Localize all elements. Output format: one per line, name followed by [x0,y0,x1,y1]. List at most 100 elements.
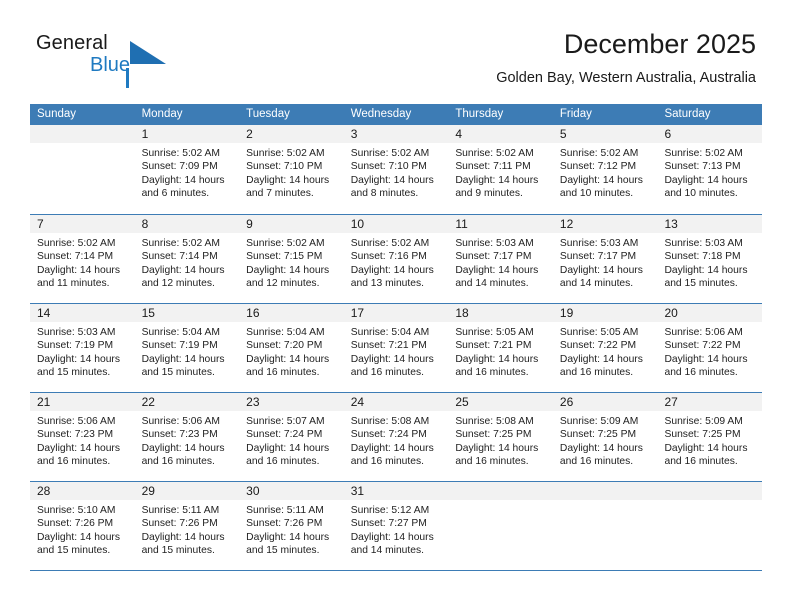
day-number-band: 31 [343,482,449,500]
calendar-day-cell[interactable]: 10 Sunrise: 5:02 AM Sunset: 7:16 PM Dayligh… [343,215,449,303]
day-detail-line: Sunrise: 5:08 AM [350,416,430,427]
calendar-day-cell[interactable]: 7 Sunrise: 5:02 AM Sunset: 7:14 PM Daylight… [30,215,135,303]
day-number: 18 [455,306,469,320]
day-detail-line: Daylight: 14 hours [455,353,539,365]
day-detail-line: and 16 minutes. [246,366,320,378]
calendar-day-cell[interactable]: 9 Sunrise: 5:02 AM Sunset: 7:15 PM Daylight… [239,215,344,303]
calendar-day-cell[interactable]: 24 Sunrise: 5:08 AM Sunset: 7:24 PM Dayligh… [343,393,449,481]
calendar-day-cell[interactable]: 13 Sunrise: 5:03 AM Sunset: 7:18 PM Dayligh… [657,215,763,303]
calendar-day-cell[interactable]: 17 Sunrise: 5:04 AM Sunset: 7:21 PM Dayligh… [343,304,449,392]
day-number-band: 25 [448,393,553,411]
day-detail-line: and 15 minutes. [246,544,320,556]
calendar-day-cell[interactable]: 2 Sunrise: 5:02 AM Sunset: 7:10 PM Daylight… [239,125,344,214]
calendar-day-cell[interactable]: 5 Sunrise: 5:02 AM Sunset: 7:12 PM Daylight… [552,125,658,214]
day-detail-line: Sunset: 7:10 PM [246,161,323,173]
brand-underline-divider [126,68,129,88]
day-details: Sunrise: 5:02 AM Sunset: 7:11 PM Daylight:… [448,143,553,200]
day-number: 30 [246,484,260,498]
calendar-week-row: 7 Sunrise: 5:02 AM Sunset: 7:14 PM Daylight… [30,214,763,303]
day-details: Sunrise: 5:02 AM Sunset: 7:10 PM Daylight:… [344,143,449,200]
day-detail-line: and 16 minutes. [455,366,529,378]
calendar-day-cell[interactable]: 18 Sunrise: 5:05 AM Sunset: 7:21 PM Dayligh… [448,304,553,392]
calendar-day-cell[interactable]: 22 Sunrise: 5:06 AM Sunset: 7:23 PM Dayligh… [134,393,240,481]
brand-logo[interactable]: General Blue [36,32,226,88]
calendar-week-row: 28 Sunrise: 5:10 AM Sunset: 7:26 PM Dayligh… [30,481,763,571]
day-detail-line: Sunrise: 5:05 AM [455,327,534,338]
calendar-day-cell[interactable]: 3 Sunrise: 5:02 AM Sunset: 7:10 PM Daylight… [343,125,449,214]
day-number-band [30,125,135,143]
day-detail-line: Sunset: 7:09 PM [141,161,218,173]
day-detail-line: and 11 minutes. [37,277,110,289]
day-detail-line: Daylight: 14 hours [664,353,748,365]
day-detail-line: Daylight: 14 hours [246,353,330,365]
calendar-day-cell[interactable]: 15 Sunrise: 5:04 AM Sunset: 7:19 PM Dayligh… [134,304,240,392]
calendar-day-cell[interactable]: 1 Sunrise: 5:02 AM Sunset: 7:09 PM Daylight… [134,125,240,214]
day-detail-line: Sunrise: 5:06 AM [37,416,116,427]
brand-name-blue: Blue [90,54,131,76]
day-detail-line: and 16 minutes. [559,366,634,378]
day-detail-line: Sunset: 7:15 PM [246,251,323,263]
calendar-day-cell[interactable]: 29 Sunrise: 5:11 AM Sunset: 7:26 PM Dayligh… [134,482,240,570]
day-detail-line: and 12 minutes. [246,277,320,289]
day-number-band: 17 [343,304,449,322]
day-number-band: 15 [134,304,240,322]
day-number: 12 [559,217,574,231]
day-detail-line: Sunset: 7:26 PM [37,518,114,530]
day-detail-line: Sunrise: 5:04 AM [141,327,220,338]
day-details [30,143,135,147]
day-detail-line: Sunset: 7:27 PM [350,518,427,530]
day-detail-line: and 10 minutes. [559,187,634,199]
calendar-grid: Sunday Monday Tuesday Wednesday Thursday… [30,104,763,571]
day-detail-line: and 15 minutes. [141,366,215,378]
calendar-day-cell[interactable]: 12 Sunrise: 5:03 AM Sunset: 7:17 PM Dayligh… [552,215,658,303]
calendar-day-cell[interactable]: 31 Sunrise: 5:12 AM Sunset: 7:27 PM Dayligh… [343,482,449,570]
day-detail-line: Sunrise: 5:02 AM [141,238,220,249]
day-number: 27 [664,395,678,409]
day-detail-line: Daylight: 14 hours [455,264,539,276]
day-detail-line: Sunrise: 5:02 AM [246,238,325,249]
day-details: Sunrise: 5:07 AM Sunset: 7:24 PM Daylight:… [239,411,344,468]
weekday-header-wednesday: Wednesday [350,108,412,120]
day-number-band: 1 [134,125,240,143]
day-detail-line: and 16 minutes. [350,366,425,378]
calendar-day-cell[interactable]: 23 Sunrise: 5:07 AM Sunset: 7:24 PM Dayligh… [239,393,344,481]
day-detail-line: Daylight: 14 hours [246,531,330,543]
day-detail-line: Sunrise: 5:04 AM [246,327,325,338]
day-number: 6 [664,127,672,141]
day-detail-line: Sunset: 7:25 PM [559,429,637,441]
calendar-day-cell[interactable]: 6 Sunrise: 5:02 AM Sunset: 7:13 PM Daylight… [657,125,763,214]
day-number-band: 14 [30,304,135,322]
day-detail-line: Daylight: 14 hours [141,353,225,365]
calendar-day-cell[interactable]: 8 Sunrise: 5:02 AM Sunset: 7:14 PM Daylight… [134,215,240,303]
calendar-day-cell[interactable]: 11 Sunrise: 5:03 AM Sunset: 7:17 PM Dayligh… [448,215,553,303]
day-detail-line: Daylight: 14 hours [559,442,643,454]
day-number-band: 19 [552,304,658,322]
day-detail-line: and 16 minutes. [664,366,738,378]
day-detail-line: Sunrise: 5:12 AM [350,505,430,516]
day-number-band: 8 [134,215,240,233]
day-detail-line: Sunset: 7:14 PM [141,251,218,263]
calendar-day-cell[interactable]: 20 Sunrise: 5:06 AM Sunset: 7:22 PM Dayligh… [657,304,763,392]
calendar-day-cell[interactable]: 21 Sunrise: 5:06 AM Sunset: 7:23 PM Dayligh… [30,393,135,481]
calendar-day-cell[interactable]: 14 Sunrise: 5:03 AM Sunset: 7:19 PM Dayligh… [30,304,135,392]
day-detail-line: Daylight: 14 hours [246,442,330,454]
calendar-day-cell[interactable]: 26 Sunrise: 5:09 AM Sunset: 7:25 PM Dayligh… [552,393,658,481]
calendar-day-cell[interactable]: 28 Sunrise: 5:10 AM Sunset: 7:26 PM Dayligh… [30,482,135,570]
calendar-day-cell[interactable]: 16 Sunrise: 5:04 AM Sunset: 7:20 PM Dayligh… [239,304,344,392]
day-number-band: 29 [134,482,240,500]
day-detail-line: Daylight: 14 hours [141,174,225,186]
calendar-day-cell[interactable]: 25 Sunrise: 5:08 AM Sunset: 7:25 PM Dayligh… [448,393,553,481]
calendar-day-cell[interactable]: 30 Sunrise: 5:11 AM Sunset: 7:26 PM Dayligh… [239,482,344,570]
day-detail-line: Daylight: 14 hours [37,531,120,543]
day-detail-line: Sunrise: 5:02 AM [559,148,639,159]
day-detail-line: Daylight: 14 hours [664,442,748,454]
day-detail-line: Sunrise: 5:03 AM [37,327,116,338]
day-details: Sunrise: 5:04 AM Sunset: 7:21 PM Daylight:… [344,322,449,379]
day-detail-line: Sunrise: 5:09 AM [664,416,743,427]
calendar-day-cell[interactable]: 27 Sunrise: 5:09 AM Sunset: 7:25 PM Dayligh… [657,393,763,481]
calendar-day-cell[interactable]: 19 Sunrise: 5:05 AM Sunset: 7:22 PM Dayligh… [552,304,658,392]
day-detail-line: Sunset: 7:26 PM [141,518,218,530]
calendar-day-cell[interactable]: 4 Sunrise: 5:02 AM Sunset: 7:11 PM Daylight… [448,125,553,214]
day-detail-line: Daylight: 14 hours [455,442,539,454]
calendar-week-row: 14 Sunrise: 5:03 AM Sunset: 7:19 PM Dayligh… [30,303,763,392]
